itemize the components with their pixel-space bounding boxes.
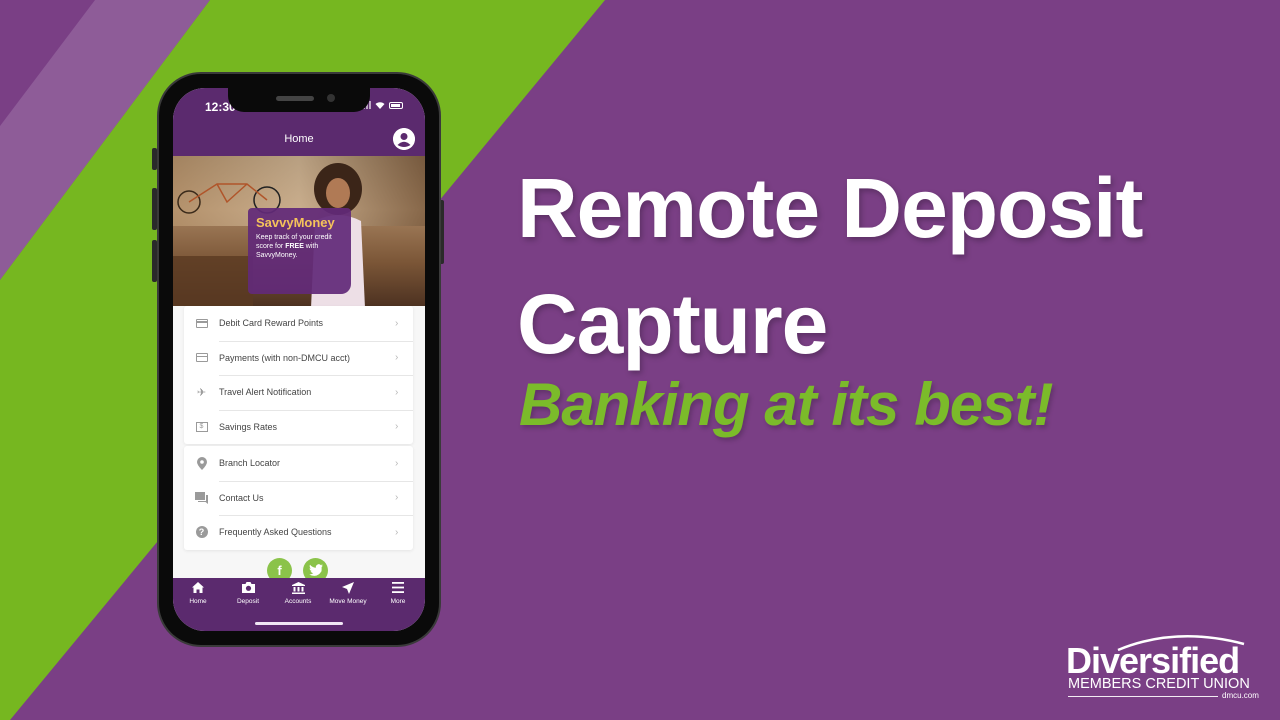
phone-notch	[228, 88, 370, 112]
promo-title: SavvyMoney	[256, 215, 335, 230]
menu-item-faq[interactable]: ? Frequently Asked Questions ›	[184, 515, 413, 550]
camera	[327, 94, 335, 102]
savvymoney-card[interactable]: SavvyMoney Keep track of your credit sco…	[248, 208, 351, 294]
menu-item-debit-card-reward-points[interactable]: Debit Card Reward Points ›	[184, 306, 413, 341]
menu-item-label: Savings Rates	[219, 421, 278, 432]
phone-screen: 12:30 Home SavvyMoney Keep track of your…	[173, 88, 425, 631]
logo-divider	[1068, 696, 1218, 697]
banner-shelf	[173, 256, 253, 308]
promo-text: Keep track of your credit score for FREE…	[256, 234, 332, 259]
bank-icon	[273, 582, 323, 596]
camera-icon	[223, 582, 273, 596]
menu-icon	[373, 582, 423, 596]
home-icon	[173, 582, 223, 596]
logo-subtitle: MEMBERS CREDIT UNION	[1068, 676, 1250, 692]
promo-banner[interactable]: SavvyMoney Keep track of your credit sco…	[173, 156, 425, 308]
chevron-right-icon: ›	[395, 317, 399, 329]
menu-item-branch-locator[interactable]: Branch Locator ›	[184, 446, 413, 481]
phone-mockup: 12:30 Home SavvyMoney Keep track of your…	[157, 72, 441, 647]
menu-card-services: Debit Card Reward Points › Payments (wit…	[184, 306, 413, 444]
location-pin-icon	[184, 456, 219, 470]
chevron-right-icon: ›	[395, 492, 399, 504]
tab-home[interactable]: Home	[173, 582, 223, 605]
menu-item-label: Payments (with non-DMCU acct)	[219, 352, 351, 363]
wifi-icon	[375, 102, 385, 109]
chevron-right-icon: ›	[395, 352, 399, 364]
menu-item-savings-rates[interactable]: $ Savings Rates ›	[184, 409, 413, 445]
tab-deposit[interactable]: Deposit	[223, 582, 273, 605]
bottom-tab-bar: Home Deposit Accounts Move Money More	[173, 578, 425, 631]
credit-card-icon	[195, 353, 208, 363]
battery-icon	[389, 101, 403, 109]
chevron-right-icon: ›	[395, 526, 399, 538]
credit-card-icon	[195, 318, 208, 328]
page-title: Home	[284, 133, 314, 145]
home-indicator[interactable]	[255, 622, 343, 625]
menu-item-label: Debit Card Reward Points	[219, 318, 324, 329]
dollar-icon: $	[195, 421, 208, 432]
chevron-right-icon: ›	[395, 421, 399, 433]
menu-item-contact-us[interactable]: Contact Us ›	[184, 480, 413, 516]
hero-title-line2: Capture	[517, 277, 828, 371]
menu-area: Debit Card Reward Points › Payments (wit…	[173, 306, 425, 582]
speaker	[276, 96, 314, 101]
chat-icon	[184, 491, 219, 504]
send-icon	[323, 582, 373, 596]
menu-item-travel-alert[interactable]: ✈ Travel Alert Notification ›	[184, 375, 413, 410]
menu-item-payments[interactable]: Payments (with non-DMCU acct) ›	[184, 340, 413, 376]
tab-more[interactable]: More	[373, 582, 423, 605]
tab-accounts[interactable]: Accounts	[273, 582, 323, 605]
menu-item-label: Branch Locator	[219, 458, 281, 469]
menu-card-support: Branch Locator › Contact Us › ? Frequent…	[184, 446, 413, 550]
hero-tagline: Banking at its best!	[519, 371, 1053, 438]
hero-title-line1: Remote Deposit	[517, 161, 1143, 255]
airplane-icon: ✈	[196, 386, 207, 399]
tab-move-money[interactable]: Move Money	[323, 582, 373, 605]
menu-item-label: Frequently Asked Questions	[219, 527, 332, 538]
chevron-right-icon: ›	[395, 386, 399, 398]
menu-item-label: Travel Alert Notification	[219, 387, 312, 398]
help-icon: ?	[195, 526, 208, 539]
hero-title: Remote Deposit Capture	[517, 150, 1143, 382]
chevron-right-icon: ›	[395, 457, 399, 469]
account-circle-icon[interactable]	[393, 128, 415, 150]
logo-url: dmcu.com	[1222, 691, 1259, 700]
menu-item-label: Contact Us	[219, 492, 264, 503]
